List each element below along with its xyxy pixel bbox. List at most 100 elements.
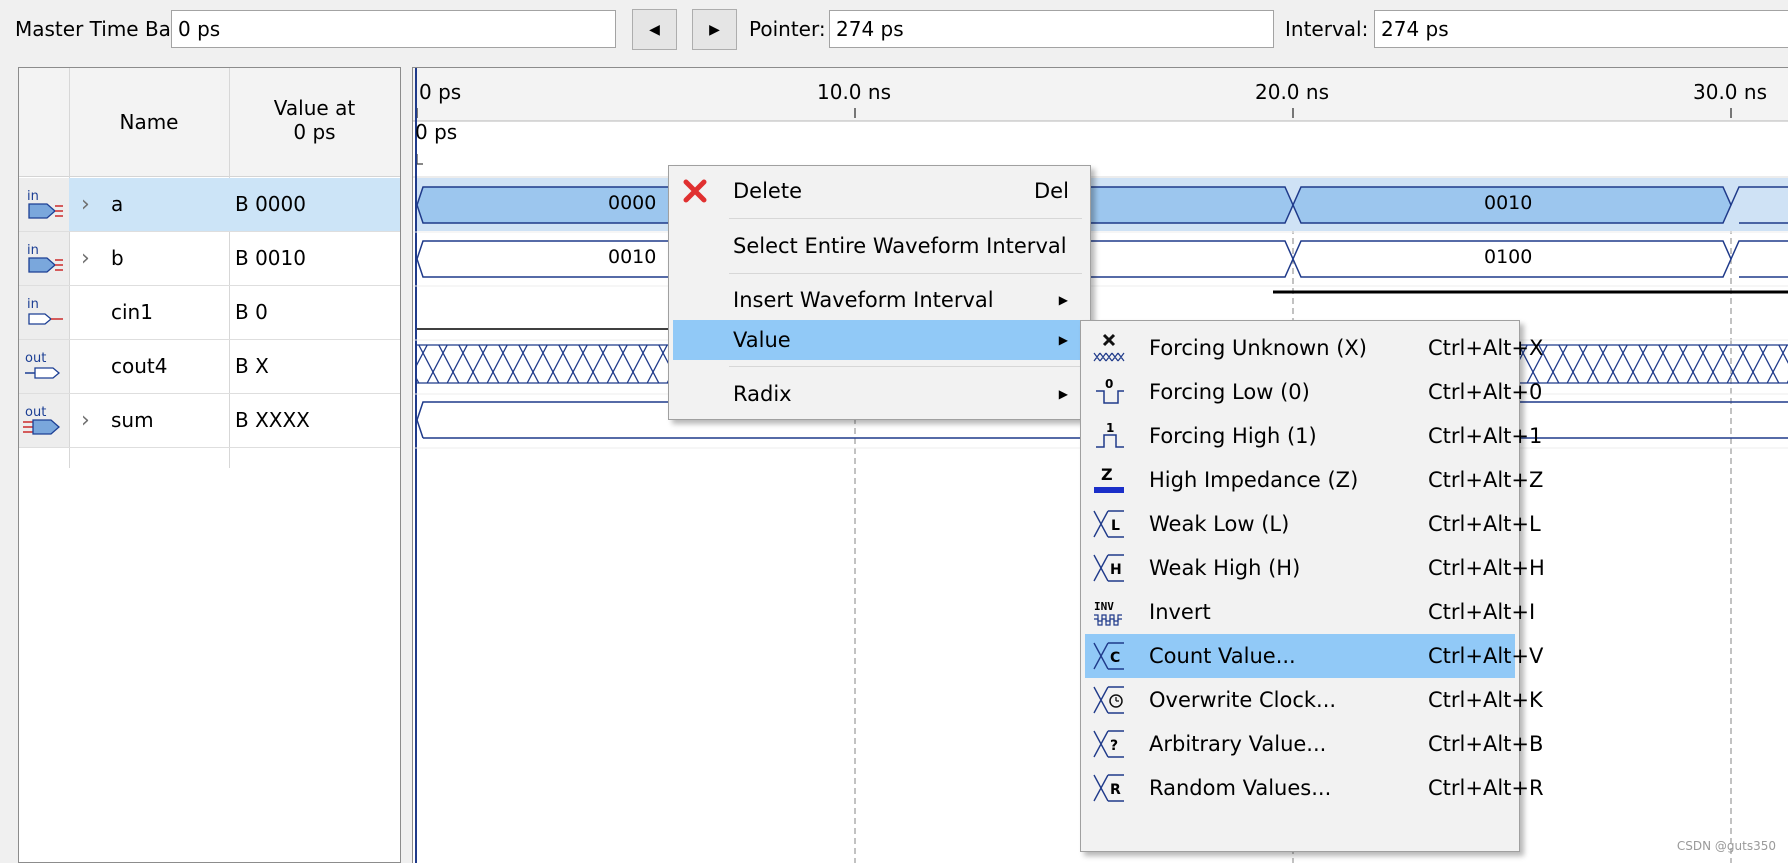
overwrite-clock-icon — [1092, 685, 1126, 715]
menu-item-label: Value — [733, 328, 791, 352]
header-value-line2: 0 ps — [293, 120, 336, 144]
header-name-label: Name — [119, 110, 179, 134]
menu-item-label: Delete — [733, 179, 802, 203]
signal-row-a[interactable]: in › a B 0000 — [19, 178, 400, 232]
delete-x-icon — [681, 177, 709, 218]
signal-row-sum[interactable]: out › sum B XXXX — [19, 394, 400, 448]
expand-chevron-icon[interactable]: › — [81, 178, 90, 231]
menu-item-select-entire-waveform-interval[interactable]: Select Entire Waveform Interval — [673, 226, 1086, 266]
signal-row-cout4[interactable]: out cout4 B X — [19, 340, 400, 394]
svg-text:in: in — [27, 189, 39, 204]
high-impedance-icon: Z — [1092, 465, 1126, 495]
time-tick-label: 20.0 ns — [1255, 80, 1329, 104]
svg-text:C: C — [1110, 650, 1120, 666]
header-value-line1: Value at — [273, 96, 356, 120]
bus-value-label: 0100 — [1484, 246, 1533, 268]
submenu-item-invert[interactable]: INV Invert Ctrl+Alt+I — [1085, 590, 1535, 634]
signal-row-b[interactable]: in › b B 0010 — [19, 232, 400, 286]
master-time-bar-field[interactable]: 0 ps — [171, 10, 616, 48]
svg-text:R: R — [1110, 782, 1121, 798]
pointer-label: Pointer: — [749, 17, 826, 41]
submenu-item-label: Weak Low (L) — [1149, 512, 1290, 536]
submenu-item-weak-low[interactable]: L Weak Low (L) Ctrl+Alt+L — [1085, 502, 1541, 546]
expand-chevron-icon[interactable]: › — [81, 232, 90, 285]
menu-item-delete[interactable]: Delete Del — [673, 171, 1086, 211]
submenu-item-random-values[interactable]: R Random Values... Ctrl+Alt+R — [1085, 766, 1544, 810]
input-pin-icon: in — [19, 178, 69, 231]
interval-label: Interval: — [1285, 17, 1369, 41]
pointer-field[interactable]: 274 ps — [829, 10, 1274, 48]
svg-text:in: in — [27, 297, 39, 312]
submenu-item-forcing-unknown[interactable]: Forcing Unknown (X) Ctrl+Alt+X — [1085, 326, 1543, 370]
submenu-item-weak-high[interactable]: H Weak High (H) Ctrl+Alt+H — [1085, 546, 1545, 590]
svg-text:in: in — [27, 243, 39, 258]
signal-name: cout4 — [111, 354, 168, 378]
submenu-item-shortcut: Ctrl+Alt+B — [1428, 732, 1544, 756]
submenu-item-shortcut: Ctrl+Alt+0 — [1428, 380, 1543, 404]
signal-name: a — [111, 192, 124, 216]
submenu-item-label: Forcing High (1) — [1149, 424, 1317, 448]
submenu-arrow-icon: ▶ — [1058, 293, 1068, 307]
signal-name: b — [111, 246, 124, 270]
menu-item-radix[interactable]: Radix ▶ — [673, 374, 1086, 414]
arbitrary-value-icon: ? — [1092, 729, 1126, 759]
header-value[interactable]: Value at 0 ps — [229, 68, 400, 177]
weak-high-icon: H — [1092, 553, 1126, 583]
submenu-item-shortcut: Ctrl+Alt+1 — [1428, 424, 1543, 448]
submenu-item-forcing-low[interactable]: 0 Forcing Low (0) Ctrl+Alt+0 — [1085, 370, 1542, 414]
invert-icon: INV — [1092, 597, 1126, 627]
submenu-item-label: Forcing Unknown (X) — [1149, 336, 1367, 360]
menu-item-shortcut: Del — [1034, 179, 1069, 203]
submenu-item-shortcut: Ctrl+Alt+H — [1428, 556, 1545, 580]
submenu-item-label: Random Values... — [1149, 776, 1332, 800]
output-bus-icon: out — [19, 394, 69, 447]
arrow-left-icon: ◀ — [649, 21, 660, 38]
menu-item-label: Insert Waveform Interval — [733, 288, 994, 312]
submenu-item-count-value[interactable]: C Count Value... Ctrl+Alt+V — [1085, 634, 1543, 678]
signal-value: B X — [235, 354, 269, 378]
time-tick-label: 30.0 ns — [1693, 80, 1767, 104]
menu-item-insert-waveform-interval[interactable]: Insert Waveform Interval ▶ — [673, 280, 1086, 320]
input-pin-icon: in — [19, 232, 69, 285]
submenu-item-shortcut: Ctrl+Alt+R — [1428, 776, 1544, 800]
submenu-item-label: Overwrite Clock... — [1149, 688, 1337, 712]
arrow-right-icon: ▶ — [709, 21, 720, 38]
signal-value: B 0000 — [229, 178, 400, 231]
submenu-item-label: High Impedance (Z) — [1149, 468, 1359, 492]
previous-transition-button[interactable]: ◀ — [632, 9, 677, 50]
signal-row-cin1[interactable]: in cin1 B 0 — [19, 286, 400, 340]
svg-text:INV: INV — [1094, 600, 1114, 613]
submenu-item-high-impedance[interactable]: Z High Impedance (Z) Ctrl+Alt+Z — [1085, 458, 1543, 502]
master-time-bar-label: Master Time Bar: — [15, 17, 186, 41]
count-value-icon: C — [1092, 641, 1126, 671]
submenu-item-label: Invert — [1149, 600, 1211, 624]
submenu-item-shortcut: Ctrl+Alt+L — [1428, 512, 1541, 536]
input-pin-icon: in — [19, 286, 69, 339]
submenu-arrow-icon: ▶ — [1058, 333, 1068, 347]
submenu-item-shortcut: Ctrl+Alt+V — [1428, 644, 1544, 668]
menu-item-value[interactable]: Value ▶ — [673, 320, 1086, 360]
output-pin-icon: out — [19, 340, 69, 393]
submenu-item-label: Weak High (H) — [1149, 556, 1301, 580]
submenu-item-shortcut: Ctrl+Alt+Z — [1428, 468, 1544, 492]
svg-text:0: 0 — [1105, 377, 1113, 391]
bus-value-label: 0010 — [1484, 192, 1533, 214]
header-name[interactable]: Name — [69, 68, 229, 177]
expand-chevron-icon[interactable]: › — [81, 394, 90, 447]
submenu-item-forcing-high[interactable]: 1 Forcing High (1) Ctrl+Alt+1 — [1085, 414, 1542, 458]
svg-text:H: H — [1110, 562, 1122, 578]
menu-item-label: Select Entire Waveform Interval — [733, 234, 1067, 258]
forcing-low-icon: 0 — [1092, 377, 1126, 407]
submenu-arrow-icon: ▶ — [1058, 387, 1068, 401]
signal-value: B 0010 — [235, 246, 306, 270]
forcing-unknown-icon — [1092, 333, 1126, 363]
next-transition-button[interactable]: ▶ — [692, 9, 737, 50]
submenu-item-label: Forcing Low (0) — [1149, 380, 1310, 404]
value-submenu: Forcing Unknown (X) Ctrl+Alt+X 0 Forcing… — [1080, 320, 1545, 852]
submenu-item-shortcut: Ctrl+Alt+I — [1428, 600, 1536, 624]
submenu-item-arbitrary-value[interactable]: ? Arbitrary Value... Ctrl+Alt+B — [1085, 722, 1543, 766]
interval-field[interactable]: 274 ps — [1374, 10, 1788, 48]
submenu-item-overwrite-clock[interactable]: Overwrite Clock... Ctrl+Alt+K — [1085, 678, 1543, 722]
signal-value: B 0 — [235, 300, 268, 324]
svg-text:out: out — [25, 405, 46, 420]
